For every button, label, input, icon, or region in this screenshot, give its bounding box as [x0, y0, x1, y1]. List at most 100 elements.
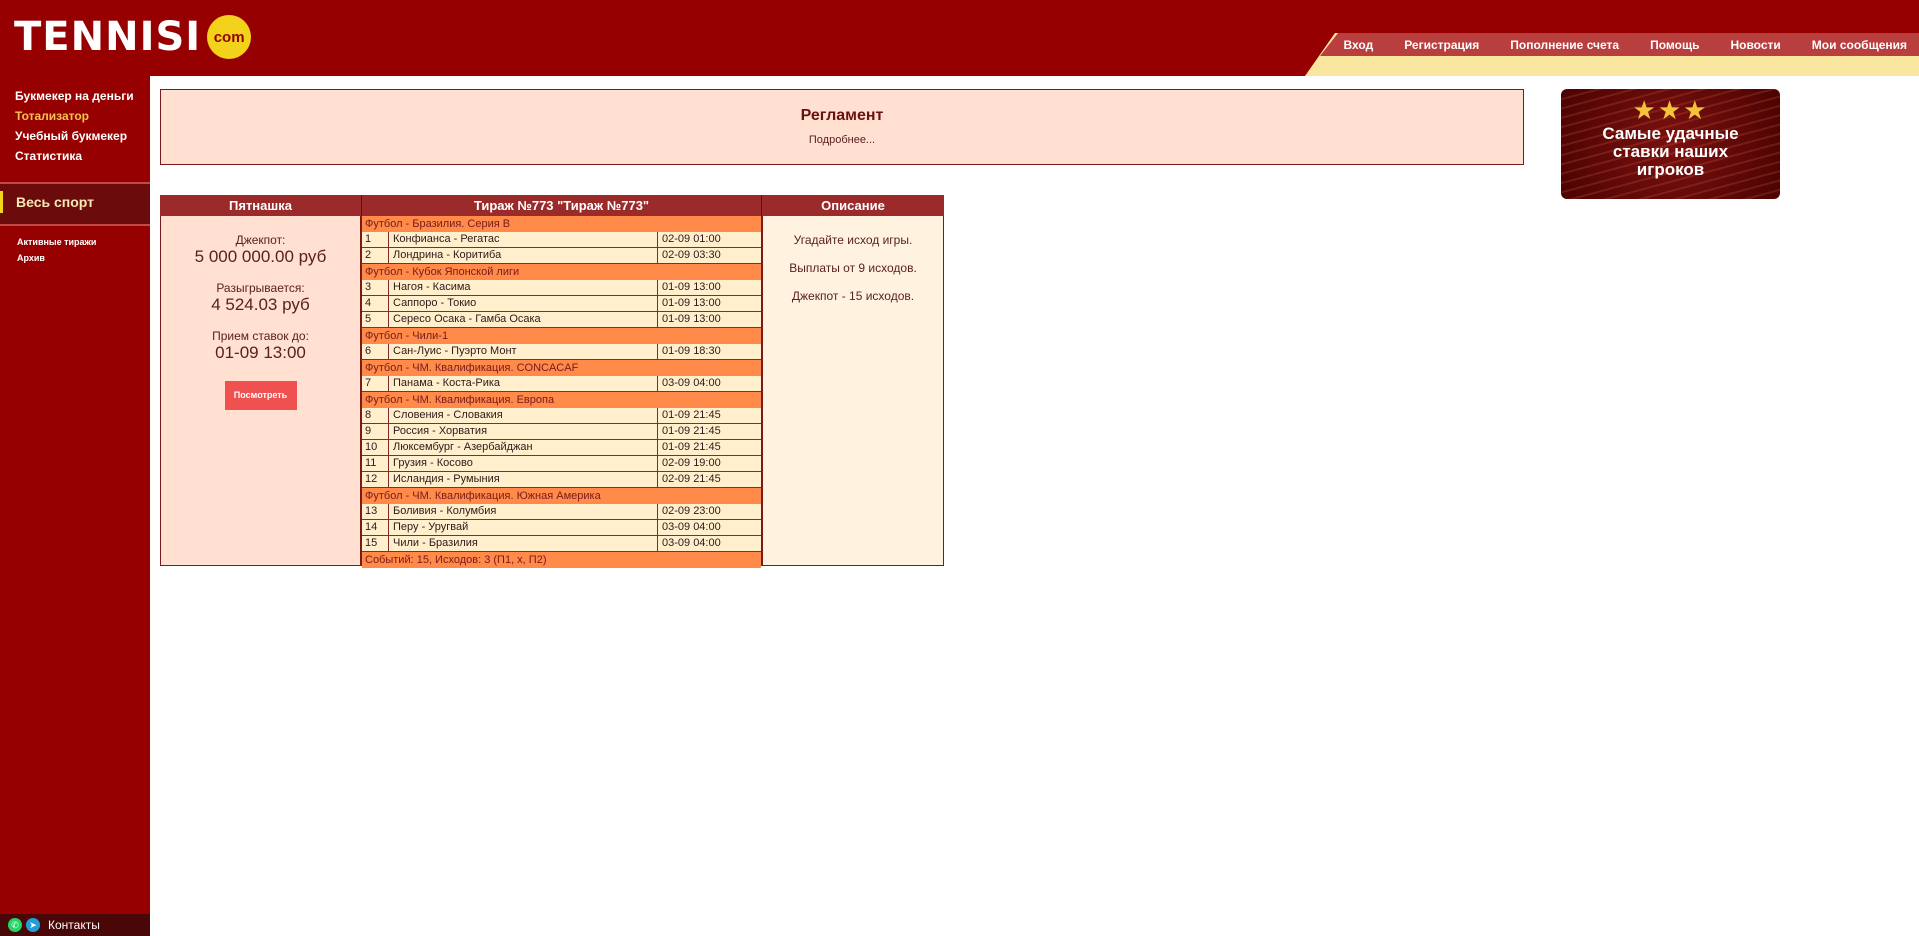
telegram-icon[interactable]: ➤ — [26, 918, 40, 932]
sidebar-sub-links: Активные тиражи Архив — [0, 226, 150, 266]
match-datetime: 01-09 13:00 — [662, 281, 721, 293]
nav-news[interactable]: Новости — [1730, 38, 1780, 52]
match-name: Россия - Хорватия — [389, 424, 658, 439]
header-left: Пятнашка — [160, 195, 361, 216]
table-row[interactable]: 1 Конфианса - Регатас 02-09 01:00 — [362, 232, 761, 248]
match-name: Панама - Коста-Рика — [389, 376, 658, 391]
match-number: 6 — [362, 344, 389, 359]
sidebar-item-archive[interactable]: Архив — [0, 250, 150, 266]
match-name: Перу - Уругвай — [389, 520, 658, 535]
table-row[interactable]: 12 Исландия - Румыния 02-09 21:45 — [362, 472, 761, 488]
nav-deposit[interactable]: Пополнение счета — [1510, 38, 1619, 52]
league-header: Футбол - Бразилия. Серия B — [362, 216, 761, 232]
description-line-2: Выплаты от 9 исходов. — [789, 261, 917, 275]
match-name: Люксембург - Азербайджан — [389, 440, 658, 455]
match-datetime: 01-09 21:45 — [662, 409, 721, 421]
nav-register[interactable]: Регистрация — [1404, 38, 1479, 52]
description-line-3: Джекпот - 15 исходов. — [791, 289, 915, 303]
whatsapp-icon[interactable]: ✆ — [8, 918, 22, 932]
match-name: Исландия - Румыния — [389, 472, 658, 487]
table-row[interactable]: 15 Чили - Бразилия 03-09 04:00 — [362, 536, 761, 552]
match-number: 15 — [362, 536, 389, 551]
nav-login[interactable]: Вход — [1344, 38, 1374, 52]
table-row[interactable]: 8 Словения - Словакия 01-09 21:45 — [362, 408, 761, 424]
contacts-link[interactable]: Контакты — [48, 918, 100, 932]
table-row[interactable]: 11 Грузия - Косово 02-09 19:00 — [362, 456, 761, 472]
table-row[interactable]: 9 Россия - Хорватия 01-09 21:45 — [362, 424, 761, 440]
banner-line-3: игроков — [1636, 160, 1705, 179]
banner-text: Самые удачные ставки наших игроков — [1561, 125, 1780, 179]
sidebar-item-bookmaker[interactable]: Букмекер на деньги — [0, 86, 150, 106]
table-row[interactable]: 5 Сересо Осака - Гамба Осака 01-09 13:00 — [362, 312, 761, 328]
table-row[interactable]: 13 Боливия - Колумбия 02-09 23:00 — [362, 504, 761, 520]
nav-messages[interactable]: Мои сообщения — [1812, 38, 1907, 52]
reglament-title: Регламент — [800, 107, 884, 124]
logo[interactable]: TENNISI com — [14, 14, 252, 60]
promo-banner[interactable]: ★★★ Самые удачные ставки наших игроков — [1561, 89, 1780, 199]
match-number: 13 — [362, 504, 389, 519]
match-number: 3 — [362, 280, 389, 295]
league-header: Футбол - Кубок Японской лиги — [362, 264, 761, 280]
match-datetime: 02-09 23:00 — [662, 505, 721, 517]
match-number: 5 — [362, 312, 389, 327]
reglament-more-link[interactable]: Подробнее... — [161, 134, 1523, 146]
match-number: 2 — [362, 248, 389, 263]
match-datetime: 02-09 21:45 — [662, 473, 721, 485]
description-panel: Угадайте исход игры. Выплаты от 9 исходо… — [762, 216, 944, 566]
table-row[interactable]: 3 Нагоя - Касима 01-09 13:00 — [362, 280, 761, 296]
active-marker — [0, 191, 3, 213]
header: TENNISI com Вход Регистрация Пополнение … — [0, 0, 1919, 76]
nav-help[interactable]: Помощь — [1650, 38, 1699, 52]
match-datetime: 01-09 18:30 — [662, 345, 721, 357]
header-center: Тираж №773 "Тираж №773" — [361, 195, 762, 216]
until-value: 01-09 13:00 — [215, 343, 306, 362]
match-number: 14 — [362, 520, 389, 535]
match-name: Конфианса - Регатас — [389, 232, 658, 247]
match-datetime: 02-09 19:00 — [662, 457, 721, 469]
table-row[interactable]: 7 Панама - Коста-Рика 03-09 04:00 — [362, 376, 761, 392]
match-name: Словения - Словакия — [389, 408, 658, 423]
header-right: Описание — [762, 195, 944, 216]
jackpot-label: Джекпот: — [235, 233, 286, 247]
match-list: Футбол - Бразилия. Серия B 1 Конфианса - Р… — [362, 216, 761, 552]
match-name: Грузия - Косово — [389, 456, 658, 471]
league-header: Футбол - Чили-1 — [362, 328, 761, 344]
match-name: Боливия - Колумбия — [389, 504, 658, 519]
table-row[interactable]: 2 Лондрина - Коритиба 02-09 03:30 — [362, 248, 761, 264]
sidebar-all-sports[interactable]: Весь спорт — [0, 182, 150, 226]
stars-icon: ★★★ — [1632, 95, 1709, 125]
sidebar-item-active-draws[interactable]: Активные тиражи — [0, 234, 150, 250]
until-label: Прием ставок до: — [212, 329, 309, 343]
jackpot-value: 5 000 000.00 руб — [194, 247, 327, 266]
match-datetime: 02-09 03:30 — [662, 249, 721, 261]
league-header: Футбол - ЧМ. Квалификация. Европа — [362, 392, 761, 408]
match-datetime: 01-09 13:00 — [662, 297, 721, 309]
jackpot-panel: Джекпот: 5 000 000.00 руб Разыгрывается:… — [160, 216, 361, 566]
logo-text: TENNISI — [14, 14, 202, 60]
table-row[interactable]: 10 Люксембург - Азербайджан 01-09 21:45 — [362, 440, 761, 456]
league-header: Футбол - ЧМ. Квалификация. CONCACAF — [362, 360, 761, 376]
view-button[interactable]: Посмотреть — [224, 381, 297, 410]
logo-badge: com — [207, 15, 252, 59]
drawn-label: Разыгрывается: — [216, 281, 305, 295]
banner-line-2: ставки наших — [1612, 142, 1729, 161]
matches-table: Футбол - Бразилия. Серия B 1 Конфианса - Р… — [361, 216, 762, 568]
sidebar-links: Букмекер на деньги Тотализатор Учебный б… — [0, 76, 150, 166]
match-datetime: 03-09 04:00 — [662, 521, 721, 533]
banner-line-1: Самые удачные — [1602, 124, 1739, 143]
match-number: 10 — [362, 440, 389, 455]
sidebar-item-statistics[interactable]: Статистика — [0, 146, 150, 166]
sidebar-item-training[interactable]: Учебный букмекер — [0, 126, 150, 146]
match-name: Сан-Луис - Пуэрто Монт — [389, 344, 658, 359]
table-row[interactable]: 14 Перу - Уругвай 03-09 04:00 — [362, 520, 761, 536]
sidebar-item-totalizator[interactable]: Тотализатор — [0, 106, 150, 126]
sidebar: Букмекер на деньги Тотализатор Учебный б… — [0, 76, 150, 936]
match-number: 4 — [362, 296, 389, 311]
all-sports-label: Весь спорт — [16, 194, 95, 210]
events-summary: Событий: 15, Исходов: 3 (П1, х, П2) — [362, 552, 761, 568]
match-name: Сересо Осака - Гамба Осака — [389, 312, 658, 327]
reglament-box: Регламент Подробнее... — [160, 89, 1524, 165]
table-row[interactable]: 6 Сан-Луис - Пуэрто Монт 01-09 18:30 — [362, 344, 761, 360]
match-number: 8 — [362, 408, 389, 423]
table-row[interactable]: 4 Саппоро - Токио 01-09 13:00 — [362, 296, 761, 312]
